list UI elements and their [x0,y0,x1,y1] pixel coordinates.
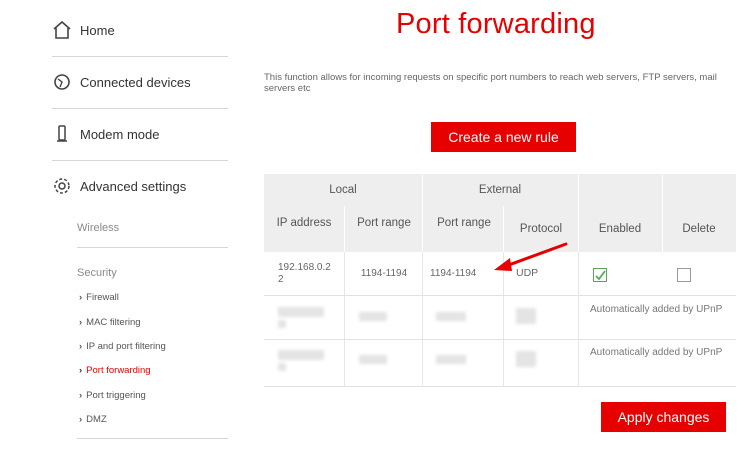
modem-icon [52,124,72,144]
header-local-port-range: Port range [357,217,411,229]
redacted-external-range [436,355,466,364]
sidebar-item-label: Modem mode [80,126,160,142]
sidebar-sub-wireless[interactable]: Wireless [77,222,228,242]
chevron-right-icon: › [79,365,83,376]
row-divider [264,295,736,296]
gear-icon [52,176,72,196]
sidebar-link-mac-filtering[interactable]: › MAC filtering [79,317,141,328]
sidebar-link-dmz[interactable]: › DMZ [79,414,107,425]
cell-upnp-note: Automatically added by UPnP [590,304,723,315]
header-enabled: Enabled [598,223,642,235]
redacted-local-range [359,355,387,364]
header-group-local: Local [329,184,357,196]
col-divider [422,252,423,386]
header-delete: Delete [682,223,716,235]
col-divider [344,252,345,386]
redacted-ip [278,363,286,371]
page-title: Port forwarding [396,8,596,40]
sidebar-item-home[interactable]: Home [52,4,228,57]
sidebar-item-label: Advanced settings [80,178,187,194]
cell-ip: 192.168.0.22 [278,262,331,285]
link-label: Firewall [86,292,119,303]
sidebar-sub-security[interactable]: Security [77,267,228,287]
sidebar-item-label: Home [80,22,115,38]
cell-local-range: 1194-1194 [360,268,408,279]
chevron-right-icon: › [79,390,83,401]
redacted-protocol [516,351,536,367]
chevron-right-icon: › [79,317,83,328]
link-label: Port triggering [86,390,146,401]
sidebar-link-port-forwarding[interactable]: › Port forwarding [79,365,151,376]
redacted-ip [278,350,324,360]
redacted-ip [278,320,286,328]
check-icon [595,270,606,281]
port-forwarding-table: Local External IP address Port range Por… [264,174,736,388]
link-label: DMZ [86,414,107,425]
page-description: This function allows for incoming reques… [264,72,717,94]
enabled-checkbox[interactable] [593,268,607,282]
sidebar: Home Connected devices Modem mode Advanc… [0,0,240,456]
apply-changes-button[interactable]: Apply changes [601,402,726,432]
sidebar-link-port-triggering[interactable]: › Port triggering [79,390,146,401]
sidebar-item-label: Connected devices [80,74,191,90]
redacted-external-range [436,312,466,321]
sidebar-item-advanced-settings[interactable]: Advanced settings [52,160,228,212]
header-divider [578,174,579,252]
link-label: IP and port filtering [86,341,166,352]
col-divider [578,252,579,386]
header-divider [344,206,345,252]
header-group-external: External [478,184,522,196]
sidebar-divider [77,247,228,248]
delete-checkbox[interactable] [677,268,691,282]
chevron-right-icon: › [79,292,83,303]
cell-external-range: 1194-1194 [430,268,477,279]
redacted-local-range [359,312,387,321]
row-divider [264,386,736,387]
redacted-protocol [516,308,536,324]
sidebar-link-ip-port-filtering[interactable]: › IP and port filtering [79,341,166,352]
sidebar-divider [77,438,228,439]
sidebar-item-modem-mode[interactable]: Modem mode [52,108,228,161]
row-divider [264,339,736,340]
create-rule-button[interactable]: Create a new rule [431,122,576,152]
header-ip-address: IP address [276,217,332,229]
sidebar-item-connected-devices[interactable]: Connected devices [52,56,228,109]
home-icon [52,20,72,40]
chevron-right-icon: › [79,414,83,425]
chevron-right-icon: › [79,341,83,352]
redacted-ip [278,307,324,317]
header-protocol: Protocol [519,223,563,235]
link-label: Port forwarding [86,365,151,376]
header-divider [662,174,663,252]
cell-upnp-note: Automatically added by UPnP [590,347,723,358]
link-label: MAC filtering [86,317,141,328]
annotation-arrow-icon [494,242,568,271]
header-external-port-range: Port range [437,217,491,229]
sidebar-link-firewall[interactable]: › Firewall [79,292,119,303]
devices-icon [52,72,72,92]
